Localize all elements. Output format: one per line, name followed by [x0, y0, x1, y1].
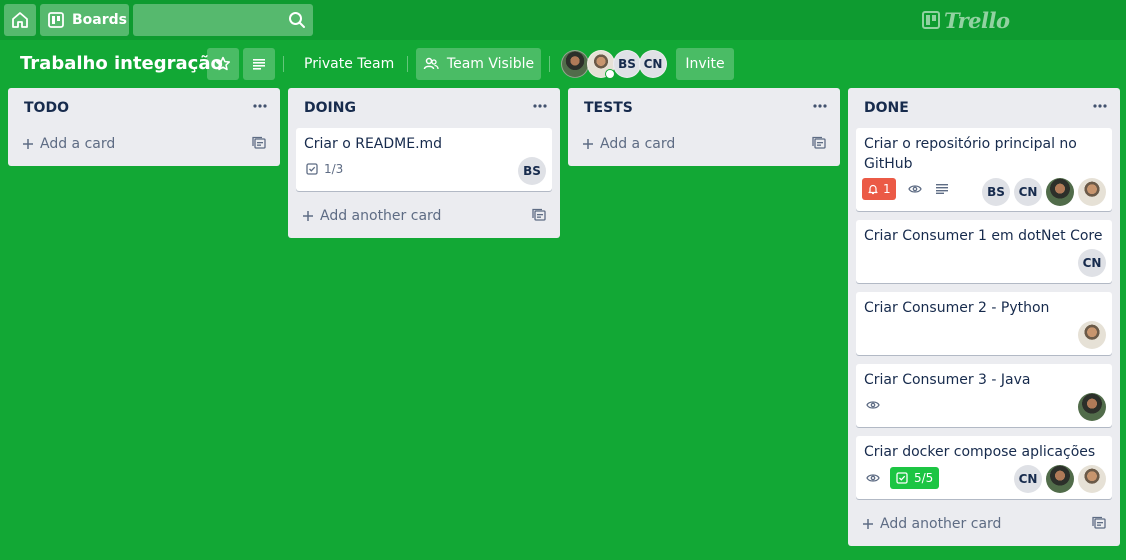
- card-consumer-1[interactable]: Criar Consumer 1 em dotNet Core CN: [856, 220, 1112, 283]
- card-member-photo[interactable]: [1078, 321, 1106, 349]
- member-avatar-bs[interactable]: BS: [613, 50, 641, 78]
- search-icon[interactable]: [288, 11, 306, 29]
- list-title[interactable]: TODO: [24, 98, 69, 118]
- boards-icon: [48, 12, 64, 28]
- team-button[interactable]: Private Team: [304, 48, 394, 80]
- invite-button[interactable]: Invite: [676, 48, 734, 80]
- add-card-label: Add another card: [880, 516, 1002, 532]
- more-horizontal-icon: [533, 104, 547, 108]
- card-title: Criar Consumer 3 - Java: [864, 372, 1031, 388]
- list-tests: TESTS Add a card: [568, 88, 840, 166]
- card-template-icon[interactable]: [812, 136, 826, 150]
- trello-logo-icon: [922, 11, 940, 29]
- boards-button[interactable]: Boards: [40, 4, 129, 36]
- checklist-count: 5/5: [914, 471, 934, 485]
- home-button[interactable]: [4, 4, 36, 36]
- member-avatar-photo[interactable]: [561, 50, 589, 78]
- card-member-bs[interactable]: BS: [982, 178, 1010, 206]
- add-card-label: Add another card: [320, 208, 442, 224]
- star-icon: [215, 56, 231, 72]
- list-title[interactable]: TESTS: [584, 98, 633, 118]
- header-divider: [407, 56, 408, 72]
- add-card-button[interactable]: Add another card: [856, 510, 1112, 538]
- card-member-cn[interactable]: CN: [1078, 249, 1106, 277]
- list-menu-button[interactable]: [528, 94, 552, 118]
- trello-logo[interactable]: Trello: [922, 7, 1010, 33]
- card-title: Criar o README.md: [304, 136, 443, 152]
- home-icon: [11, 11, 29, 29]
- card-docker-compose[interactable]: Criar docker compose aplicações 5/5 CN: [856, 436, 1112, 499]
- card-consumer-2[interactable]: Criar Consumer 2 - Python: [856, 292, 1112, 355]
- card-member-photo[interactable]: [1046, 465, 1074, 493]
- card-title: Criar o repositório principal no GitHub: [864, 136, 1077, 172]
- card-member-bs[interactable]: BS: [518, 157, 546, 185]
- checklist-count: 1/3: [324, 162, 344, 176]
- checklist-icon: [306, 163, 318, 175]
- card-consumer-3[interactable]: Criar Consumer 3 - Java: [856, 364, 1112, 427]
- list-title[interactable]: DOING: [304, 98, 356, 118]
- add-card-button[interactable]: Add a card: [16, 130, 272, 158]
- list-menu-button[interactable]: [808, 94, 832, 118]
- description-icon: [936, 184, 948, 194]
- card-criar-repositorio[interactable]: Criar o repositório principal no GitHub …: [856, 128, 1112, 211]
- watching-eye-icon: [908, 183, 922, 195]
- header-divider: [283, 56, 284, 72]
- card-member-photo[interactable]: [1078, 465, 1106, 493]
- list-title[interactable]: DONE: [864, 98, 909, 118]
- plus-icon: [298, 206, 318, 226]
- card-member-photo[interactable]: [1046, 178, 1074, 206]
- checklist-badge-complete: 5/5: [890, 467, 940, 489]
- board-description-button[interactable]: [243, 48, 275, 80]
- more-horizontal-icon: [253, 104, 267, 108]
- plus-icon: [18, 134, 38, 154]
- list-todo: TODO Add a card: [8, 88, 280, 166]
- watching-eye-icon: [866, 472, 880, 484]
- add-card-button[interactable]: Add a card: [576, 130, 832, 158]
- admin-badge-icon: [605, 69, 615, 79]
- bell-icon: [867, 183, 879, 195]
- card-template-icon[interactable]: [1092, 516, 1106, 530]
- checklist-icon: [896, 472, 908, 484]
- add-card-label: Add a card: [600, 136, 676, 152]
- card-title: Criar docker compose aplicações: [864, 444, 1096, 460]
- card-template-icon[interactable]: [532, 208, 546, 222]
- card-member-photo[interactable]: [1078, 393, 1106, 421]
- member-avatar-cn[interactable]: CN: [639, 50, 667, 78]
- header-divider: [549, 56, 550, 72]
- card-member-cn[interactable]: CN: [1014, 465, 1042, 493]
- add-card-button[interactable]: Add another card: [296, 202, 552, 230]
- team-visibility-icon: [423, 56, 439, 72]
- trello-logo-text: Trello: [944, 7, 1010, 33]
- list-menu-button[interactable]: [248, 94, 272, 118]
- description-icon: [252, 57, 266, 71]
- card-title: Criar Consumer 2 - Python: [864, 300, 1050, 316]
- add-card-label: Add a card: [40, 136, 116, 152]
- watching-eye-icon: [866, 399, 880, 411]
- list-menu-button[interactable]: [1088, 94, 1112, 118]
- visibility-label: Team Visible: [446, 56, 535, 72]
- list-doing: DOING Criar o README.md 1/3 BS Add anoth…: [288, 88, 560, 238]
- card-member-cn[interactable]: CN: [1014, 178, 1042, 206]
- notification-badge[interactable]: 1: [862, 178, 896, 200]
- board-title[interactable]: Trabalho integração: [20, 52, 223, 76]
- more-horizontal-icon: [813, 104, 827, 108]
- notification-count: 1: [883, 182, 891, 196]
- top-navigation-bar: Boards Trello: [0, 0, 1126, 40]
- card-member-photo[interactable]: [1078, 178, 1106, 206]
- card-criar-readme[interactable]: Criar o README.md 1/3 BS: [296, 128, 552, 191]
- search-input[interactable]: [133, 4, 313, 36]
- plus-icon: [858, 514, 878, 534]
- card-title: Criar Consumer 1 em dotNet Core: [864, 228, 1103, 244]
- boards-label: Boards: [72, 12, 127, 28]
- plus-icon: [578, 134, 598, 154]
- more-horizontal-icon: [1093, 104, 1107, 108]
- list-done: DONE Criar o repositório principal no Gi…: [848, 88, 1120, 546]
- card-template-icon[interactable]: [252, 136, 266, 150]
- visibility-button[interactable]: Team Visible: [416, 48, 541, 80]
- checklist-badge: 1/3: [306, 162, 343, 176]
- star-board-button[interactable]: [207, 48, 239, 80]
